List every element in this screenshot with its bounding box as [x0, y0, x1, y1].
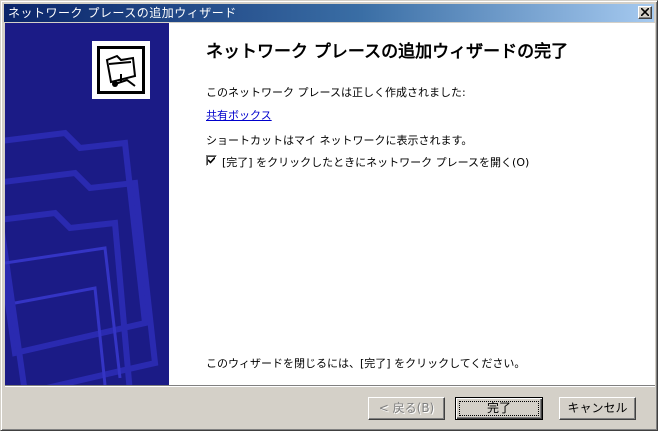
network-folder-icon [97, 46, 145, 94]
button-area-divider [5, 385, 655, 387]
window-title: ネットワーク プレースの追加ウィザード [8, 6, 237, 20]
finish-button-label: 完了 [486, 401, 511, 415]
wizard-content: ネットワーク プレースの追加ウィザードの完了 このネットワーク プレースは正しく… [169, 23, 655, 385]
back-button[interactable]: < 戻る(B) [368, 397, 445, 420]
footer-instruction: このウィザードを閉じるには、[完了] をクリックしてください。 [206, 357, 526, 370]
open-place-checkbox-label[interactable]: [完了] をクリックしたときにネットワーク プレースを開く(O) [222, 154, 529, 170]
checkmark-icon [208, 157, 215, 164]
cancel-button-label: キャンセル [567, 401, 628, 415]
shortcut-message: ショートカットはマイ ネットワークに表示されます。 [206, 134, 473, 147]
wizard-window: ネットワーク プレースの追加ウィザード ネットワーク プレースの追加ウィザードの… [0, 0, 658, 431]
back-button-label: < 戻る(B) [378, 401, 435, 415]
wizard-sidebar [5, 23, 169, 385]
wizard-icon-frame [92, 41, 150, 99]
page-title: ネットワーク プレースの追加ウィザードの完了 [206, 42, 569, 62]
open-place-checkbox[interactable] [206, 155, 217, 166]
cancel-button[interactable]: キャンセル [559, 397, 636, 420]
finish-button[interactable]: 完了 [455, 397, 543, 420]
network-place-link[interactable]: 共有ボックス [206, 107, 272, 123]
close-icon [641, 8, 649, 16]
created-message: このネットワーク プレースは正しく作成されました: [206, 86, 466, 99]
close-button[interactable] [638, 6, 652, 19]
title-bar[interactable]: ネットワーク プレースの追加ウィザード [4, 4, 654, 22]
